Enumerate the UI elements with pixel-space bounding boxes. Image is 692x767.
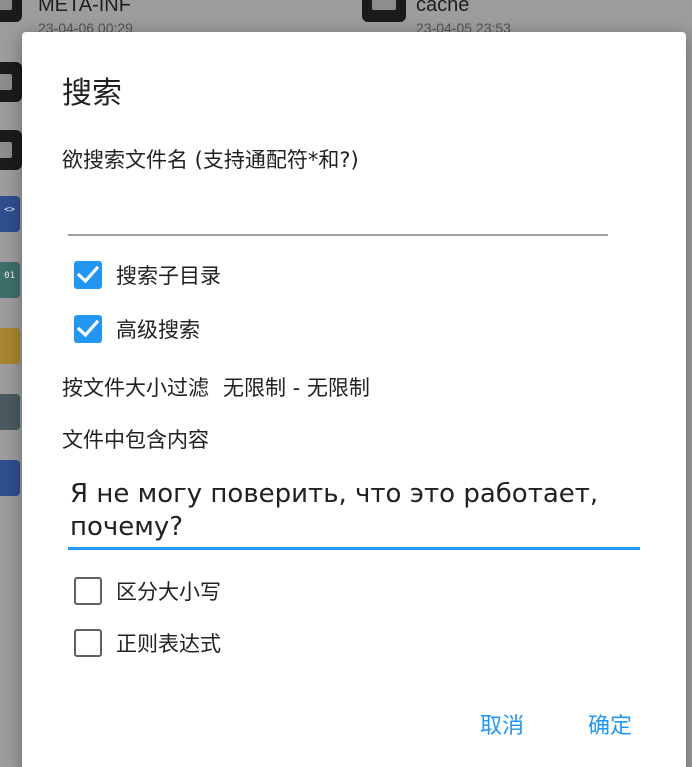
- regex-option[interactable]: 正则表达式: [74, 628, 221, 658]
- dialog-title: 搜索: [62, 76, 122, 111]
- size-filter-label: 按文件大小过滤: [62, 376, 209, 400]
- ok-button[interactable]: 确定: [588, 708, 632, 740]
- search-dialog: 搜索 欲搜索文件名 (支持通配符*和?) 搜索子目录 高级搜索 按文件大小过滤 …: [22, 32, 686, 767]
- search-subdirectories-option[interactable]: 搜索子目录: [74, 260, 221, 290]
- filename-label: 欲搜索文件名 (支持通配符*和?): [62, 148, 359, 172]
- regex-checkbox[interactable]: [74, 629, 102, 657]
- search-subdirectories-checkbox[interactable]: [74, 261, 102, 289]
- check-icon: [77, 265, 99, 284]
- filename-input[interactable]: [68, 192, 608, 236]
- search-subdirectories-label: 搜索子目录: [116, 264, 221, 288]
- content-label: 文件中包含内容: [62, 428, 209, 452]
- advanced-search-checkbox[interactable]: [74, 315, 102, 343]
- case-sensitive-label: 区分大小写: [116, 580, 221, 604]
- advanced-search-option[interactable]: 高级搜索: [74, 314, 200, 344]
- cancel-button[interactable]: 取消: [480, 708, 524, 740]
- regex-label: 正则表达式: [116, 632, 221, 656]
- case-sensitive-option[interactable]: 区分大小写: [74, 576, 221, 606]
- content-input[interactable]: Я не могу поверить, что это работает, по…: [68, 472, 640, 550]
- size-filter-row[interactable]: 按文件大小过滤 无限制 - 无限制: [62, 372, 370, 402]
- size-filter-value[interactable]: 无限制 - 无限制: [223, 372, 370, 402]
- check-icon: [77, 319, 99, 338]
- case-sensitive-checkbox[interactable]: [74, 577, 102, 605]
- advanced-search-label: 高级搜索: [116, 318, 200, 342]
